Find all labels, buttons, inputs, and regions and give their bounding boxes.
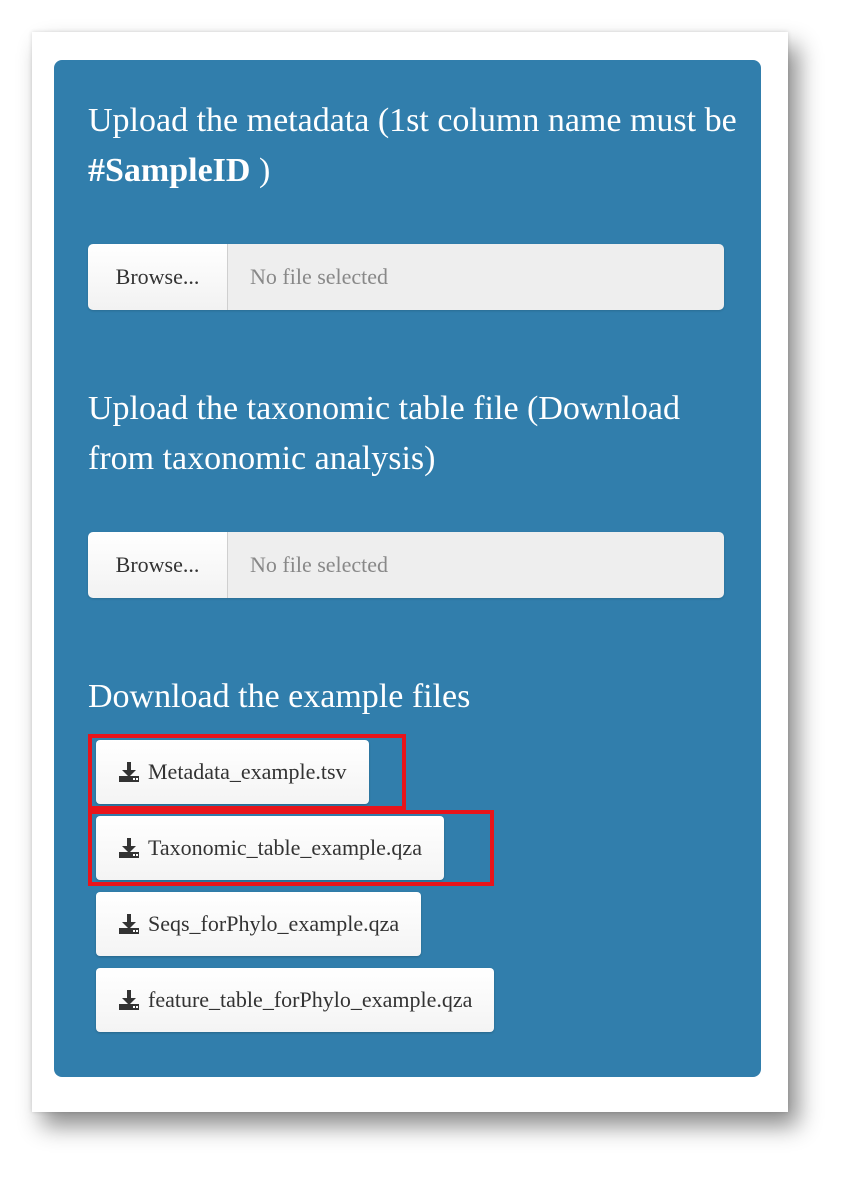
download-icon — [119, 914, 139, 934]
sample-id-bold: #SampleID — [88, 152, 251, 189]
metadata-file-input[interactable]: Browse... No file selected — [88, 244, 724, 310]
download-heading: Download the example files — [88, 678, 471, 715]
metadata-file-status[interactable]: No file selected — [228, 244, 724, 310]
download-icon — [119, 838, 139, 858]
download-metadata-button[interactable]: Metadata_example.tsv — [96, 740, 369, 804]
taxonomic-file-status[interactable]: No file selected — [228, 532, 724, 598]
screenshot-frame: Upload the metadata (1st column name mus… — [32, 32, 788, 1112]
download-seqs-button[interactable]: Seqs_forPhylo_example.qza — [96, 892, 422, 956]
download-feature-table-label: feature_table_forPhylo_example.qza — [148, 987, 473, 1012]
download-taxonomic-button[interactable]: Taxonomic_table_example.qza — [96, 816, 444, 880]
taxonomic-upload-label: Upload the taxonomic table file (Downloa… — [88, 390, 680, 477]
metadata-label-text: Upload the metadata (1st column name mus… — [88, 102, 737, 139]
sidebar-panel: Upload the metadata (1st column name mus… — [54, 60, 761, 1077]
taxonomic-file-input[interactable]: Browse... No file selected — [88, 532, 724, 598]
download-icon — [119, 762, 139, 782]
metadata-label-close: ) — [250, 152, 271, 189]
taxonomic-browse-button[interactable]: Browse... — [88, 532, 228, 598]
download-seqs-label: Seqs_forPhylo_example.qza — [148, 911, 400, 936]
download-taxonomic-label: Taxonomic_table_example.qza — [148, 835, 422, 860]
download-metadata-label: Metadata_example.tsv — [148, 759, 347, 784]
download-icon — [119, 990, 139, 1010]
metadata-upload-label: Upload the metadata (1st column name mus… — [88, 96, 738, 196]
metadata-browse-button[interactable]: Browse... — [88, 244, 228, 310]
download-feature-table-button[interactable]: feature_table_forPhylo_example.qza — [96, 968, 495, 1032]
